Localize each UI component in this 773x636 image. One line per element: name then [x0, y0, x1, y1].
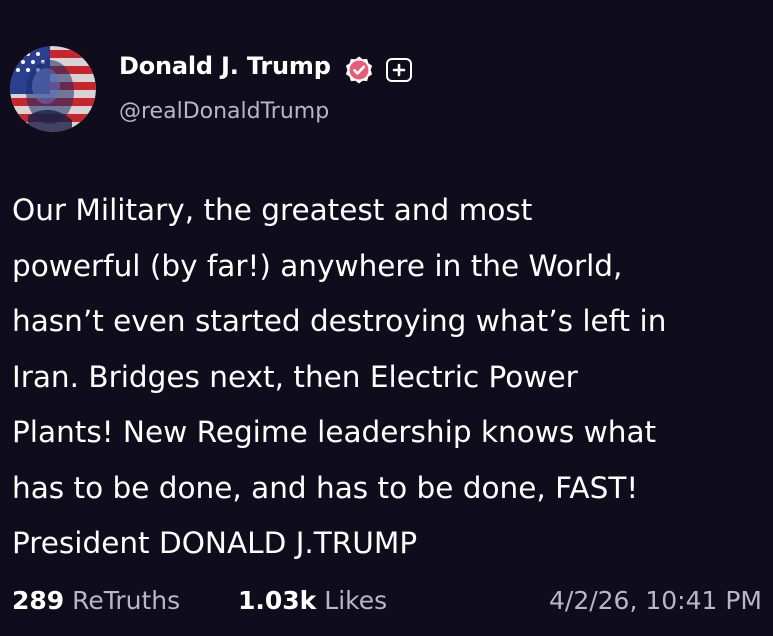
avatar[interactable]	[10, 46, 96, 132]
verified-badge-icon	[345, 56, 373, 84]
likes-label: Likes	[324, 586, 388, 615]
author-display-name[interactable]: Donald J. Trump	[119, 52, 331, 80]
retruths-stat[interactable]: 289 ReTruths	[12, 586, 180, 615]
post-line: Our Military, the greatest and most	[12, 193, 533, 227]
post-line: has to be done, and has to be done, FAST…	[12, 470, 639, 505]
avatar-image	[10, 46, 96, 132]
likes-count: 1.03k	[238, 586, 317, 615]
likes-stat[interactable]: 1.03k Likes	[238, 586, 387, 615]
post-line: Plants! New Regime leadership knows what	[12, 415, 657, 449]
post-body: Our Military, the greatest and most powe…	[12, 183, 770, 572]
post-line: powerful (by far!) anywhere in the World…	[12, 248, 623, 283]
author-handle[interactable]: @realDonaldTrump	[119, 99, 329, 124]
plus-icon	[386, 58, 412, 82]
post-footer: 289 ReTruths 1.03k Likes 4/2/26, 10:41 P…	[12, 586, 762, 626]
truth-post: Donald J. Trump @realDonaldTrump Our Mil…	[0, 0, 773, 636]
post-timestamp[interactable]: 4/2/26, 10:41 PM	[549, 586, 762, 615]
retruths-label: ReTruths	[72, 586, 181, 615]
post-line: Iran. Bridges next, then Electric Power	[12, 359, 578, 394]
post-line: hasn’t even started destroying what’s le…	[12, 304, 667, 338]
retruths-count: 289	[12, 586, 65, 615]
post-line: President DONALD J.TRUMP	[12, 526, 418, 560]
